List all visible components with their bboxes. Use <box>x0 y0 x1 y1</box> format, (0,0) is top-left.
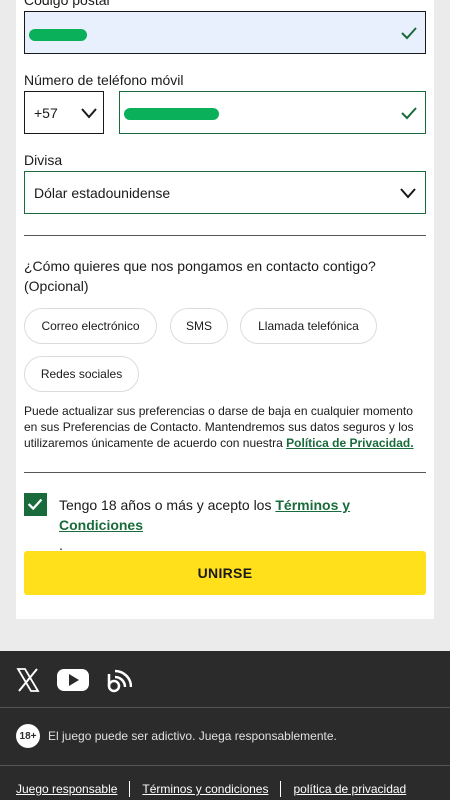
postal-code-field[interactable] <box>24 11 426 54</box>
redacted-value <box>124 108 219 120</box>
terms-text: Tengo 18 años o más y acepto los <box>59 497 276 513</box>
country-code-value: +57 <box>34 105 58 121</box>
phone-label: Número de teléfono móvil <box>24 72 184 88</box>
terms-checkbox[interactable] <box>24 493 47 516</box>
blog-icon[interactable] <box>106 666 132 694</box>
footer-divider <box>0 765 450 766</box>
currency-value: Dólar estadounidense <box>34 185 171 201</box>
divider <box>24 235 426 236</box>
age-restriction-badge: 18+ <box>16 724 40 748</box>
contact-question: ¿Cómo quieres que nos pongamos en contac… <box>24 258 376 294</box>
terms-conditions-link[interactable]: Términos y condiciones <box>142 782 268 796</box>
redacted-value <box>29 29 87 41</box>
link-separator <box>129 781 131 797</box>
chevron-down-icon <box>81 108 97 119</box>
responsible-gambling-text: El juego puede ser adictivo. Juega respo… <box>48 729 337 743</box>
site-footer: 18+ El juego puede ser adictivo. Juega r… <box>0 651 450 800</box>
footer-links: Juego responsable Términos y condiciones… <box>16 781 406 797</box>
currency-select[interactable]: Dólar estadounidense <box>24 171 426 214</box>
youtube-icon[interactable] <box>56 666 90 694</box>
join-button[interactable]: UNIRSE <box>24 551 426 595</box>
valid-check-icon <box>401 107 417 120</box>
privacy-info: Puede actualizar sus preferencias o dars… <box>24 403 426 451</box>
x-icon[interactable] <box>16 666 40 694</box>
valid-check-icon <box>401 27 417 40</box>
currency-label: Divisa <box>24 152 63 168</box>
contact-option-sms[interactable]: SMS <box>170 308 228 344</box>
country-code-select[interactable]: +57 <box>24 91 104 134</box>
privacy-policy-footer-link[interactable]: política de privacidad <box>293 782 406 796</box>
terms-label: Tengo 18 años o más y acepto los Término… <box>59 495 429 555</box>
contact-option-social[interactable]: Redes sociales <box>24 356 139 392</box>
divider <box>24 472 426 473</box>
privacy-policy-link[interactable]: Política de Privacidad. <box>286 436 413 450</box>
phone-number-field[interactable] <box>119 91 426 134</box>
checkmark-icon <box>27 498 43 511</box>
postal-code-label: Código postal <box>24 0 110 8</box>
footer-divider <box>0 707 450 708</box>
contact-option-phone-call[interactable]: Llamada telefónica <box>240 308 377 344</box>
responsible-gaming-link[interactable]: Juego responsable <box>16 782 117 796</box>
link-separator <box>280 781 282 797</box>
chevron-down-icon <box>400 188 416 199</box>
contact-option-email[interactable]: Correo electrónico <box>24 308 157 344</box>
